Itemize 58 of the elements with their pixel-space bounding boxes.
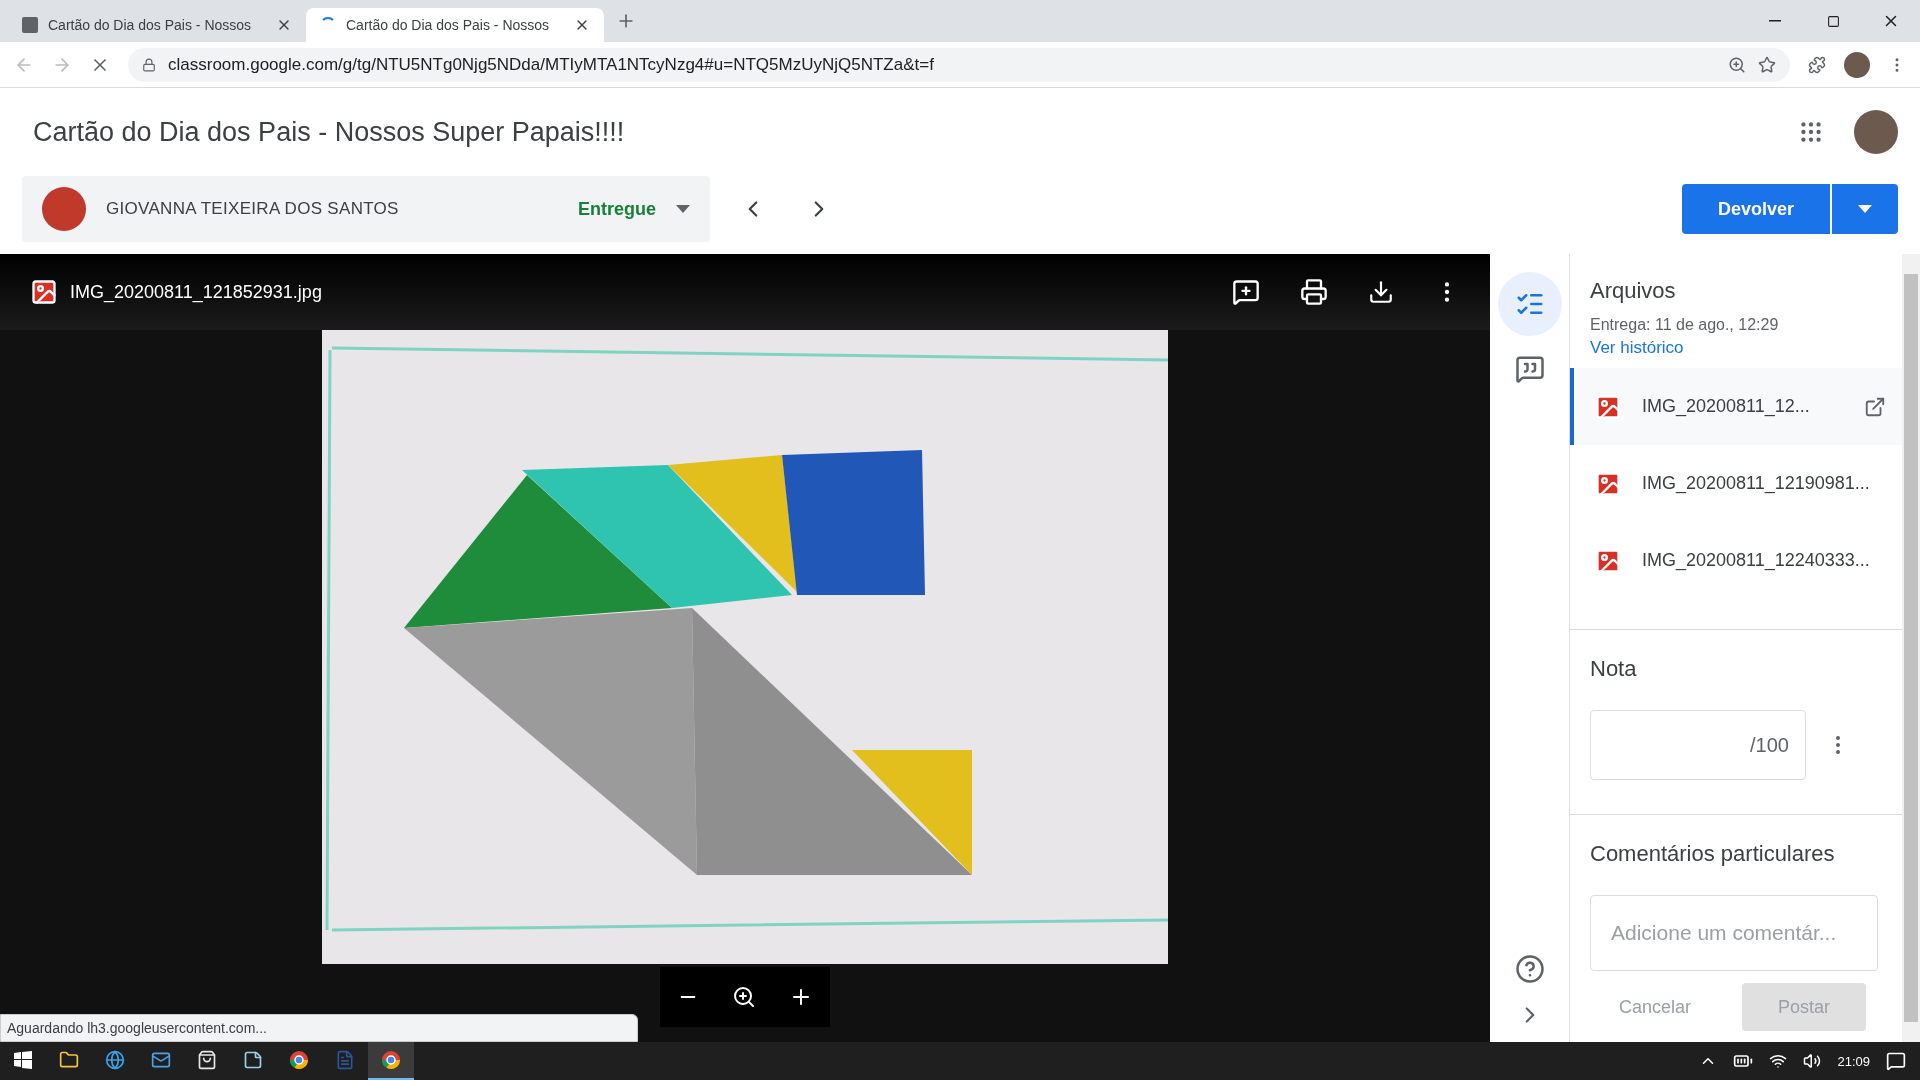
file-item[interactable]: IMG_20200811_12... [1570,368,1902,445]
volume-icon[interactable] [1803,1052,1822,1070]
grade-heading: Nota [1590,656,1638,682]
file-name: IMG_20200811_121852931.jpg [70,281,323,303]
student-name: GIOVANNA TEIXEIRA DOS SANTOS [106,199,400,219]
shopping-bag-icon [197,1050,217,1070]
apps-grid-icon[interactable] [1798,119,1824,145]
history-link[interactable]: Ver histórico [1590,338,1684,358]
assignment-title: Cartão do Dia dos Pais - Nossos Super Papais!!!! [33,116,626,148]
lock-icon [142,57,156,72]
restore-icon [1826,14,1840,28]
image-file-icon [30,278,58,306]
note-icon [243,1050,263,1070]
comment-field[interactable]: Adicione um comentár... [1590,895,1878,971]
print-icon[interactable] [1300,278,1328,306]
notifications-icon[interactable] [1886,1051,1906,1071]
submission-status: Entregue [578,198,656,220]
loading-status-text: Aguardando lh3.googleusercontent.com... [0,1014,638,1042]
open-external-icon[interactable] [1864,395,1886,418]
clock-text[interactable]: 21:09 [1837,1053,1870,1069]
browser-tab[interactable]: Cartão do Dia dos Pais - Nossos [8,8,306,42]
taskbar-app[interactable] [368,1042,414,1080]
file-item[interactable]: IMG_20200811_12190981... [1570,445,1902,522]
return-button[interactable]: Devolver [1682,184,1830,234]
add-comment-icon[interactable] [1232,278,1260,306]
zoom-icon[interactable] [1728,55,1746,74]
student-avatar [42,187,86,231]
help-icon[interactable] [1514,954,1545,984]
folder-icon [59,1050,79,1070]
circle-logo-icon [289,1050,309,1070]
comments-icon[interactable] [1514,354,1545,384]
mail-icon [151,1050,171,1070]
minimize-icon [1769,20,1781,22]
student-selector[interactable]: GIOVANNA TEIXEIRA DOS SANTOS Entregue [22,176,710,242]
file-item[interactable]: IMG_20200811_12240333... [1570,522,1902,599]
star-icon[interactable] [1758,55,1776,74]
grade-field[interactable]: /100 [1590,710,1806,780]
zoom-reset-icon[interactable] [732,985,756,1009]
circle-logo-icon [381,1050,401,1070]
image-file-icon [1594,392,1622,421]
puzzle-icon[interactable] [1808,55,1826,74]
url-text: classroom.google.com/g/tg/NTU5NTg0Njg5NDda/MTIyMTA1NTcyNzg4#u=NTQ5MzUyNjQ5NTZa&t=f [168,54,935,75]
globe-icon [105,1050,125,1070]
document-icon [335,1050,355,1070]
files-heading: Arquivos [1590,278,1677,304]
windows-logo-icon [14,1051,32,1069]
browser-tab[interactable]: Cartão do Dia dos Pais - Nossos [306,8,604,42]
address-bar[interactable]: classroom.google.com/g/tg/NTU5NTg0Njg5NDda/MTIyMTA1NTcyNzg4#u=NTQ5MzUyNjQ5NTZa&t=f [128,47,1790,82]
caret-icon [1858,205,1872,213]
profile-avatar[interactable] [1844,51,1870,78]
delivery-date: Entrega: 11 de ago., 12:29 [1590,316,1780,334]
caret-icon [676,205,690,213]
wifi-icon[interactable] [1769,1052,1788,1070]
account-avatar[interactable] [1854,110,1898,154]
download-icon[interactable] [1368,279,1394,305]
favicon-icon [22,17,38,33]
scrollbar[interactable] [1902,254,1920,1042]
comments-heading: Comentários particulares [1590,841,1836,867]
